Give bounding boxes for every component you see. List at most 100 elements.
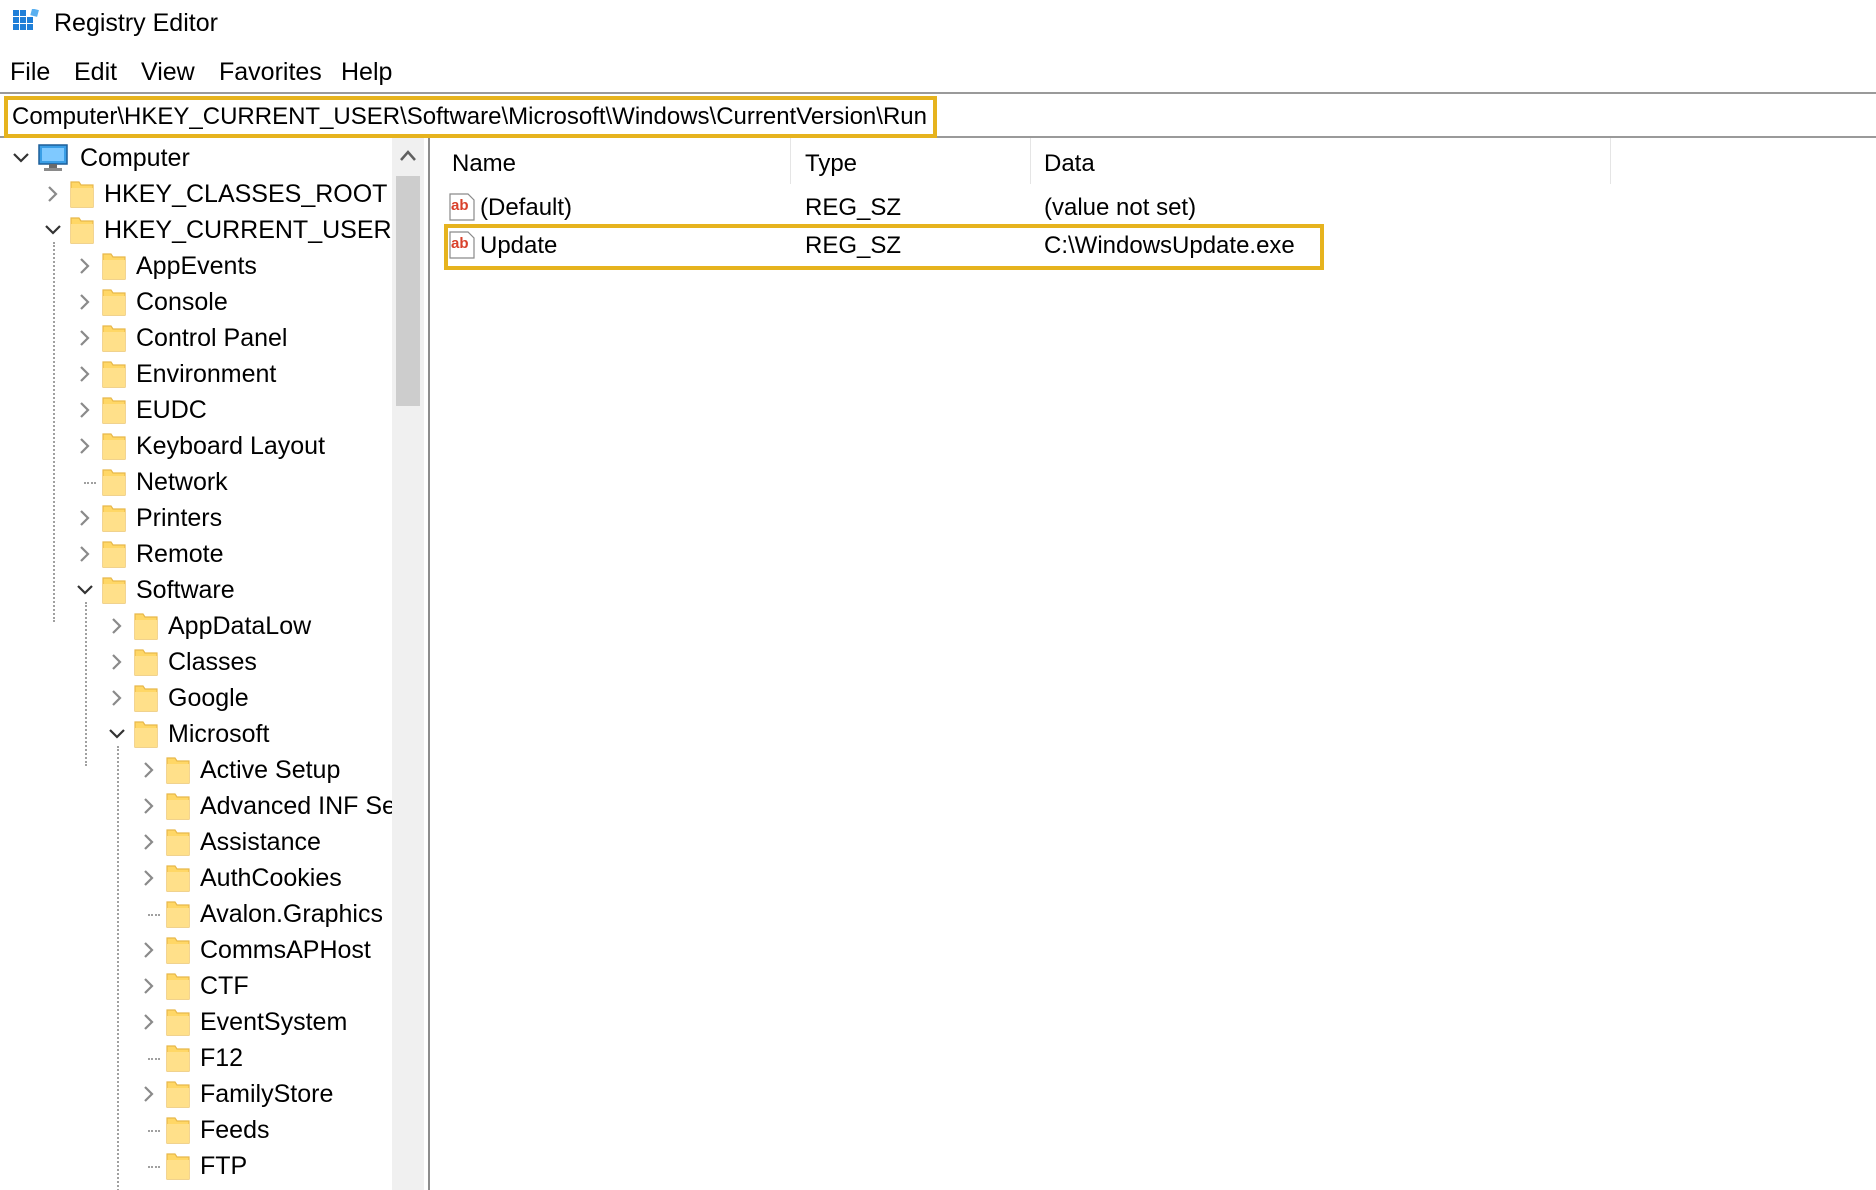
menu-edit[interactable]: Edit — [74, 58, 117, 87]
address-path[interactable]: Computer\HKEY_CURRENT_USER\Software\Micr… — [4, 96, 937, 138]
folder-icon — [166, 901, 190, 928]
folder-icon — [102, 541, 126, 568]
chevron-down-icon[interactable] — [76, 581, 94, 599]
chevron-down-icon[interactable] — [12, 149, 30, 167]
scroll-up-arrow-icon[interactable] — [398, 146, 418, 166]
column-divider[interactable] — [1610, 138, 1611, 184]
folder-icon — [166, 937, 190, 964]
tree-item[interactable]: Microsoft — [0, 716, 428, 752]
chevron-right-icon[interactable] — [140, 833, 158, 851]
folder-icon — [166, 829, 190, 856]
tree-item[interactable]: Feeds — [0, 1112, 428, 1148]
tree-scrollbar[interactable] — [392, 138, 424, 1190]
tree-item[interactable]: HKEY_CURRENT_USER — [0, 212, 428, 248]
window-title: Registry Editor — [54, 9, 218, 37]
chevron-right-icon[interactable] — [76, 437, 94, 455]
menu-favorites[interactable]: Favorites — [219, 58, 322, 87]
registry-editor-icon — [13, 9, 39, 30]
tree-item-label: Printers — [136, 504, 223, 532]
chevron-right-icon[interactable] — [76, 545, 94, 563]
chevron-down-icon[interactable] — [108, 725, 126, 743]
address-bar[interactable]: Computer\HKEY_CURRENT_USER\Software\Micr… — [0, 92, 1876, 138]
key-tree[interactable]: Computer HKEY_CLASSES_ROOT HKEY_CURRENT_US… — [0, 138, 428, 1190]
tree-item[interactable]: Active Setup — [0, 752, 428, 788]
tree-item[interactable]: Console — [0, 284, 428, 320]
folder-icon — [102, 397, 126, 424]
chevron-right-icon[interactable] — [140, 869, 158, 887]
chevron-right-icon[interactable] — [44, 185, 62, 203]
tree-item[interactable]: Classes — [0, 644, 428, 680]
tree-item[interactable]: AppEvents — [0, 248, 428, 284]
tree-guide-line — [53, 242, 55, 622]
menu-view[interactable]: View — [141, 58, 195, 87]
tree-item-label: Avalon.Graphics — [200, 900, 383, 928]
tree-item[interactable]: Keyboard Layout — [0, 428, 428, 464]
chevron-right-icon[interactable] — [76, 329, 94, 347]
tree-item-label: AppEvents — [136, 252, 257, 280]
tree-item[interactable]: Software — [0, 572, 428, 608]
column-header-name[interactable]: Name — [452, 146, 516, 182]
tree-item[interactable]: AuthCookies — [0, 860, 428, 896]
tree-item[interactable]: CTF — [0, 968, 428, 1004]
chevron-right-icon[interactable] — [76, 365, 94, 383]
chevron-right-icon[interactable] — [140, 1085, 158, 1103]
menu-file[interactable]: File — [10, 58, 50, 87]
chevron-right-icon[interactable] — [140, 761, 158, 779]
tree-item[interactable]: AppDataLow — [0, 608, 428, 644]
tree-item-label: Remote — [136, 540, 224, 568]
tree-item[interactable]: EUDC — [0, 392, 428, 428]
tree-item[interactable]: FTP — [0, 1148, 428, 1184]
chevron-right-icon[interactable] — [140, 1013, 158, 1031]
folder-icon — [102, 469, 126, 496]
column-header-type[interactable]: Type — [805, 146, 857, 182]
tree-item[interactable]: Control Panel — [0, 320, 428, 356]
tree-item[interactable]: F12 — [0, 1040, 428, 1076]
chevron-down-icon[interactable] — [44, 221, 62, 239]
value-row[interactable]: ab (Default) REG_SZ (value not set) — [440, 190, 1620, 226]
folder-icon — [102, 433, 126, 460]
chevron-right-icon[interactable] — [140, 977, 158, 995]
scroll-thumb[interactable] — [396, 176, 420, 406]
tree-item[interactable]: Assistance — [0, 824, 428, 860]
tree-item[interactable]: Environment — [0, 356, 428, 392]
tree-item[interactable]: CommsAPHost — [0, 932, 428, 968]
chevron-right-icon[interactable] — [108, 689, 126, 707]
folder-icon — [102, 253, 126, 280]
tree-connector — [148, 1166, 160, 1168]
chevron-right-icon[interactable] — [76, 293, 94, 311]
tree-item-label: Software — [136, 576, 235, 604]
chevron-right-icon[interactable] — [108, 653, 126, 671]
chevron-right-icon[interactable] — [140, 941, 158, 959]
tree-item-label: Feeds — [200, 1116, 270, 1144]
chevron-right-icon[interactable] — [140, 797, 158, 815]
tree-item-label: HKEY_CURRENT_USER — [104, 216, 392, 244]
tree-item[interactable]: Google — [0, 680, 428, 716]
folder-icon — [102, 361, 126, 388]
folder-icon — [166, 793, 190, 820]
tree-item[interactable]: Avalon.Graphics — [0, 896, 428, 932]
tree-item[interactable]: Computer — [0, 140, 428, 176]
tree-item-label: Assistance — [200, 828, 321, 856]
tree-item[interactable]: FamilyStore — [0, 1076, 428, 1112]
tree-item-label: Network — [136, 468, 228, 496]
chevron-right-icon[interactable] — [76, 401, 94, 419]
column-header-data[interactable]: Data — [1044, 146, 1095, 182]
tree-item[interactable]: HKEY_CLASSES_ROOT — [0, 176, 428, 212]
folder-icon — [166, 865, 190, 892]
chevron-right-icon[interactable] — [76, 257, 94, 275]
folder-icon — [166, 757, 190, 784]
tree-item[interactable]: EventSystem — [0, 1004, 428, 1040]
column-divider[interactable] — [790, 138, 791, 184]
tree-item[interactable]: Advanced INF Set — [0, 788, 428, 824]
column-divider[interactable] — [1030, 138, 1031, 184]
menu-help[interactable]: Help — [341, 58, 392, 87]
tree-item[interactable]: Remote — [0, 536, 428, 572]
tree-item[interactable]: Network — [0, 464, 428, 500]
pane-splitter[interactable] — [428, 138, 440, 1190]
chevron-right-icon[interactable] — [108, 617, 126, 635]
tree-item-label: FamilyStore — [200, 1080, 334, 1108]
folder-icon — [134, 649, 158, 676]
chevron-right-icon[interactable] — [76, 509, 94, 527]
tree-guide-line — [85, 602, 87, 766]
tree-item[interactable]: Printers — [0, 500, 428, 536]
